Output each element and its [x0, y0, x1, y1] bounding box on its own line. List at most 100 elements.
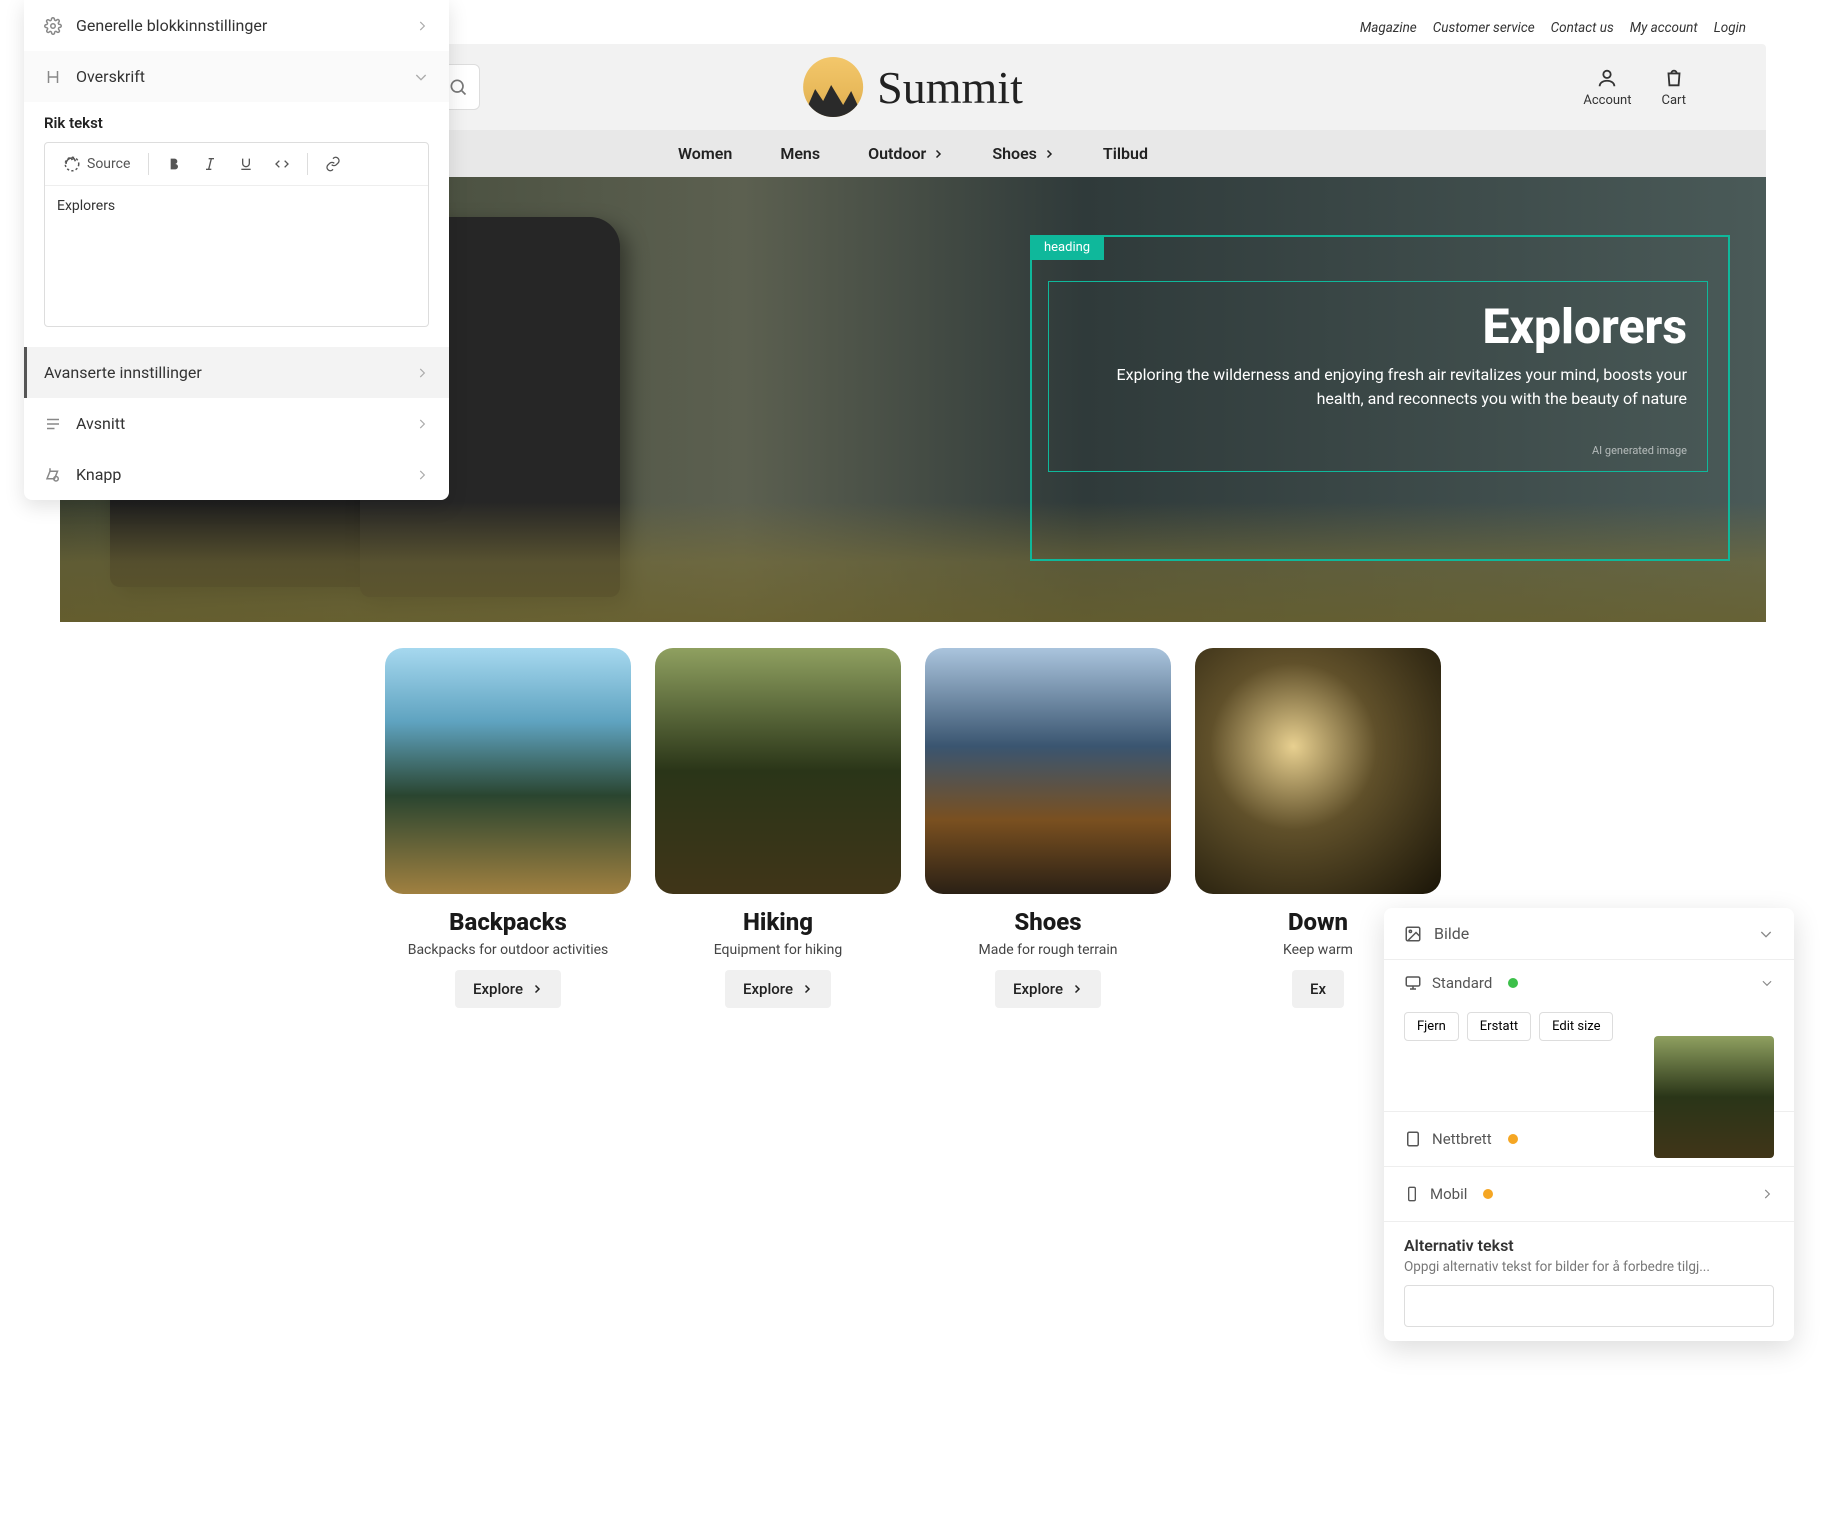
card-image[interactable]	[655, 648, 901, 894]
nav-shoes[interactable]: Shoes	[992, 144, 1055, 163]
gear-icon	[44, 17, 62, 35]
chevron-right-icon	[1760, 1187, 1774, 1201]
chevron-right-icon	[415, 417, 429, 431]
rich-text-section: Rik tekst Source Explorers	[24, 102, 449, 347]
link-magazine[interactable]: Magazine	[1360, 20, 1417, 36]
card-title: Backpacks	[385, 908, 631, 936]
advanced-label: Avanserte innstillinger	[44, 363, 202, 382]
cart-button[interactable]: Cart	[1661, 67, 1686, 108]
card-subtitle: Equipment for hiking	[655, 942, 901, 958]
explore-label: Explore	[1013, 980, 1063, 998]
nav-tilbud[interactable]: Tilbud	[1103, 144, 1148, 163]
chevron-right-icon	[415, 366, 429, 380]
hero-text-box[interactable]: Explorers Exploring the wilderness and e…	[1048, 281, 1708, 472]
explore-button[interactable]: Explore	[995, 970, 1101, 1008]
link-login[interactable]: Login	[1714, 20, 1746, 36]
card-image[interactable]	[925, 648, 1171, 894]
tablet-label: Nettbrett	[1432, 1130, 1492, 1148]
mobile-icon	[1404, 1185, 1420, 1203]
explore-button[interactable]: Explore	[455, 970, 561, 1008]
image-panel-title: Bilde	[1434, 924, 1469, 943]
standard-device-row[interactable]: Standard	[1404, 974, 1774, 1006]
button-label: Knapp	[76, 465, 121, 484]
chevron-right-icon	[1043, 148, 1055, 160]
button-icon	[44, 466, 62, 484]
link-my-account[interactable]: My account	[1630, 20, 1698, 36]
card-subtitle: Backpacks for outdoor activities	[385, 942, 631, 958]
heading-icon	[44, 68, 62, 86]
image-panel-header[interactable]: Bilde	[1384, 908, 1794, 960]
rich-text-label: Rik tekst	[44, 114, 429, 132]
alt-text-input[interactable]	[1404, 1285, 1774, 1327]
hero-edit-overlay[interactable]: heading Explorers Exploring the wilderne…	[1030, 235, 1730, 561]
nav-outdoor[interactable]: Outdoor	[868, 144, 944, 163]
source-button[interactable]: Source	[55, 151, 138, 177]
chevron-right-icon	[531, 983, 543, 995]
explore-button[interactable]: Explore	[725, 970, 831, 1008]
rich-text-content[interactable]: Explorers	[45, 186, 428, 326]
standard-label: Standard	[1432, 974, 1492, 992]
explore-button[interactable]: Ex	[1292, 970, 1344, 1008]
topbar-links: Magazine Customer service Contact us My …	[1360, 20, 1746, 36]
link-contact-us[interactable]: Contact us	[1551, 20, 1614, 36]
card-shoes: Shoes Made for rough terrain Explore	[925, 648, 1171, 1008]
chevron-down-icon	[1760, 976, 1774, 990]
paragraph-icon	[44, 415, 62, 433]
mobile-device-row[interactable]: Mobil	[1384, 1167, 1794, 1221]
card-title: Shoes	[925, 908, 1171, 936]
hero-title: Explorers	[1069, 298, 1687, 355]
edit-size-button[interactable]: Edit size	[1539, 1012, 1613, 1041]
advanced-settings-row[interactable]: Avanserte innstillinger	[24, 347, 449, 398]
tablet-icon	[1404, 1130, 1422, 1148]
source-icon	[63, 155, 81, 173]
general-block-settings-row[interactable]: Generelle blokkinnstillinger	[24, 0, 449, 51]
mobile-label: Mobil	[1430, 1185, 1467, 1203]
chevron-down-icon	[413, 69, 429, 85]
link-button[interactable]	[318, 149, 348, 179]
hero-edit-tag: heading	[1030, 235, 1104, 260]
code-icon	[274, 156, 290, 172]
account-button[interactable]: Account	[1583, 67, 1631, 108]
toolbar-divider	[307, 153, 308, 175]
hero-subtitle: Exploring the wilderness and enjoying fr…	[1069, 363, 1687, 411]
card-image[interactable]	[385, 648, 631, 894]
explore-label: Explore	[473, 980, 523, 998]
italic-button[interactable]	[195, 149, 225, 179]
nav-women[interactable]: Women	[678, 144, 732, 163]
rt-toolbar: Source	[45, 143, 428, 186]
chevron-down-icon	[1758, 926, 1774, 942]
explore-label: Explore	[743, 980, 793, 998]
code-button[interactable]	[267, 149, 297, 179]
card-image[interactable]	[1195, 648, 1441, 894]
image-thumbnail[interactable]	[1654, 1036, 1774, 1158]
button-row[interactable]: Knapp	[24, 449, 449, 500]
image-settings-panel: Bilde Standard Fjern Erstatt Edit size N…	[1384, 908, 1794, 1341]
replace-button[interactable]: Erstatt	[1467, 1012, 1531, 1041]
hero-ai-note: AI generated image	[1592, 444, 1687, 457]
heading-row[interactable]: Overskrift	[24, 51, 449, 102]
toolbar-divider	[148, 153, 149, 175]
chevron-right-icon	[932, 148, 944, 160]
link-customer-service[interactable]: Customer service	[1433, 20, 1535, 36]
desktop-icon	[1404, 974, 1422, 992]
status-dot-green	[1508, 978, 1518, 988]
explore-label: Ex	[1310, 980, 1326, 998]
logo-text: Summit	[877, 61, 1023, 114]
rich-text-editor: Source Explorers	[44, 142, 429, 327]
logo-icon	[803, 57, 863, 117]
remove-button[interactable]: Fjern	[1404, 1012, 1459, 1041]
chevron-right-icon	[1071, 983, 1083, 995]
search-icon[interactable]	[448, 77, 468, 97]
bold-button[interactable]	[159, 149, 189, 179]
nav-mens[interactable]: Mens	[780, 144, 820, 163]
card-hiking: Hiking Equipment for hiking Explore	[655, 648, 901, 1008]
card-subtitle: Made for rough terrain	[925, 942, 1171, 958]
paragraph-row[interactable]: Avsnitt	[24, 398, 449, 449]
nav-shoes-label: Shoes	[992, 144, 1037, 163]
underline-button[interactable]	[231, 149, 261, 179]
link-icon	[325, 156, 341, 172]
logo[interactable]: Summit	[803, 57, 1023, 117]
general-label: Generelle blokkinnstillinger	[76, 16, 267, 35]
block-settings-panel: Generelle blokkinnstillinger Overskrift …	[24, 0, 449, 500]
source-label: Source	[87, 156, 130, 172]
